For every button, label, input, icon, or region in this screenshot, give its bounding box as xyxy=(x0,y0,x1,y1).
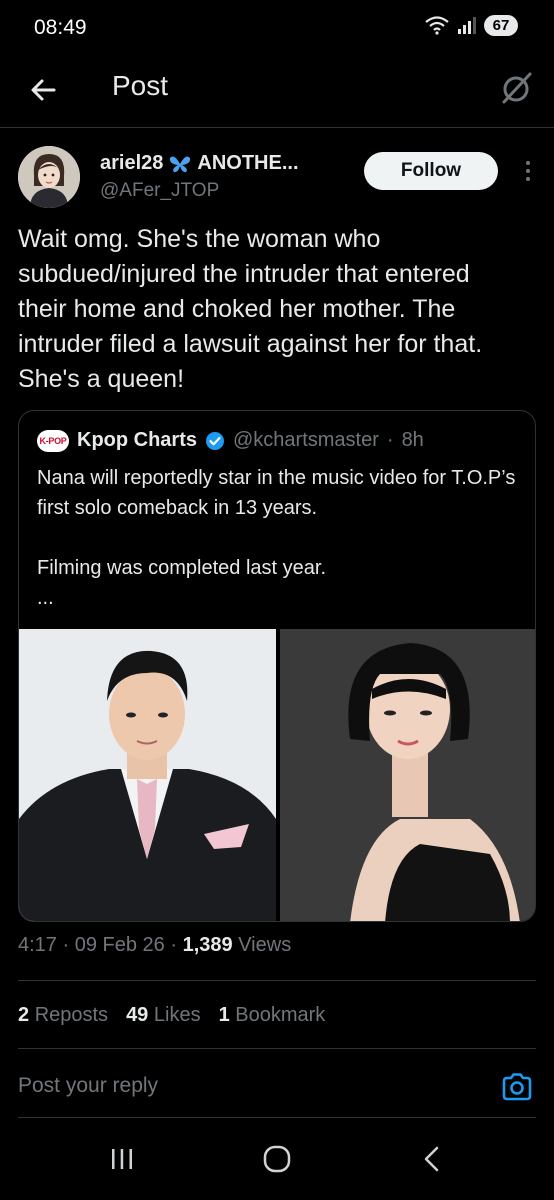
camera-button[interactable] xyxy=(500,1070,534,1104)
divider xyxy=(18,980,536,981)
separator-dot: · xyxy=(170,934,183,956)
nav-back-icon xyxy=(424,1146,439,1172)
grok-icon xyxy=(502,72,532,104)
author-handle[interactable]: @AFer_JTOP xyxy=(100,180,219,202)
likes-stat[interactable]: 49 Likes xyxy=(126,1004,201,1027)
photo-man-in-suit xyxy=(19,629,276,921)
quoted-line: ... xyxy=(37,587,54,609)
home-button[interactable] xyxy=(257,1144,297,1174)
media-image-right[interactable] xyxy=(279,629,535,921)
avatar-image xyxy=(18,146,80,208)
recent-apps-button[interactable] xyxy=(102,1144,142,1174)
nav-back-button[interactable] xyxy=(412,1144,452,1174)
grok-button[interactable] xyxy=(496,68,536,108)
reposts-count: 2 xyxy=(18,1004,30,1026)
quoted-author-name: Kpop Charts xyxy=(77,429,197,451)
author-name-suffix: ANOTHE... xyxy=(197,152,299,174)
back-button[interactable] xyxy=(24,70,64,110)
separator-dot: · xyxy=(386,429,394,451)
bookmarks-label: Bookmark xyxy=(235,1004,326,1026)
signal-icon xyxy=(458,17,476,34)
author-name-text: ariel28 xyxy=(100,152,164,174)
quoted-post-header: K-POP Kpop Charts @kchartsmaster · 8h xyxy=(37,429,424,452)
separator-dot: · xyxy=(62,934,75,956)
more-dot xyxy=(526,161,530,165)
home-icon xyxy=(263,1145,291,1173)
recent-apps-icon xyxy=(112,1149,132,1169)
quoted-media xyxy=(19,629,535,921)
post-stats: 2 Reposts 49 Likes 1 Bookmark xyxy=(18,1004,325,1027)
media-image-left[interactable] xyxy=(19,629,277,921)
divider xyxy=(18,1048,536,1049)
quoted-post-text: Nana will reportedly star in the music v… xyxy=(37,463,517,613)
post-header: Post xyxy=(0,56,554,128)
verified-badge-icon xyxy=(206,431,224,450)
reposts-label: Reposts xyxy=(34,1004,109,1026)
author-row: ariel28 ANOTHE... @AFer_JTOP Follow xyxy=(18,146,536,210)
reply-bar xyxy=(0,1050,554,1118)
more-dot xyxy=(526,177,530,181)
bookmarks-stat[interactable]: 1 Bookmark xyxy=(219,1004,326,1027)
quoted-author-handle: @kchartsmaster xyxy=(233,429,379,451)
views-label: Views xyxy=(238,934,292,956)
photo-woman-bob-hair xyxy=(279,629,535,921)
status-bar: 08:49 67 xyxy=(0,0,554,56)
quoted-line: Nana will reportedly star in the music v… xyxy=(37,467,516,519)
kpop-charts-logo: K-POP xyxy=(37,429,69,452)
views-count: 1,389 xyxy=(182,934,233,956)
system-nav-bar xyxy=(0,1118,554,1200)
more-dot xyxy=(526,169,530,173)
quoted-post-time: 8h xyxy=(401,429,424,451)
quoted-line: Filming was completed last year. xyxy=(37,557,327,579)
quoted-post[interactable]: K-POP Kpop Charts @kchartsmaster · 8h Na… xyxy=(18,410,536,922)
status-time: 08:49 xyxy=(34,16,87,39)
status-icons: 67 xyxy=(424,14,518,36)
post-date: 09 Feb 26 xyxy=(74,934,165,956)
more-icon[interactable] xyxy=(520,156,536,186)
post-time: 4:17 xyxy=(18,934,57,956)
likes-count: 49 xyxy=(126,1004,149,1026)
bookmarks-count: 1 xyxy=(218,1004,230,1026)
follow-button[interactable]: Follow xyxy=(364,152,498,190)
battery-indicator: 67 xyxy=(484,14,518,36)
post-text: Wait omg. She's the woman who subdued/in… xyxy=(18,225,483,393)
author-name[interactable]: ariel28 ANOTHE... xyxy=(100,152,299,175)
camera-icon xyxy=(502,1073,532,1101)
wifi-icon xyxy=(425,16,449,35)
reposts-stat[interactable]: 2 Reposts xyxy=(18,1004,108,1027)
quoted-line xyxy=(37,523,517,553)
post-meta: 4:17 · 09 Feb 26 · 1,389 Views xyxy=(18,934,291,957)
back-arrow-icon xyxy=(31,79,56,101)
likes-label: Likes xyxy=(153,1004,201,1026)
avatar[interactable] xyxy=(18,146,80,208)
page-title: Post xyxy=(112,70,169,101)
butterfly-icon xyxy=(170,155,191,172)
reply-input[interactable] xyxy=(18,1066,438,1106)
